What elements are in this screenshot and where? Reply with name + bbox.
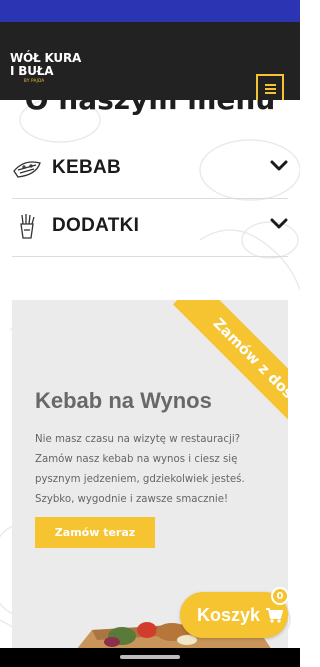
logo[interactable]: WÓŁ KURA I BUŁA BY PAJDA	[10, 52, 81, 86]
page-content: O naszym menu KEBAB	[0, 100, 300, 667]
cart-label: Koszyk	[197, 604, 261, 625]
home-indicator[interactable]	[120, 655, 180, 659]
cart-icon	[266, 607, 284, 623]
status-bar	[0, 0, 300, 22]
divider	[12, 198, 288, 199]
divider	[12, 256, 288, 257]
site-header: WÓŁ KURA I BUŁA BY PAJDA	[0, 22, 300, 104]
chevron-down-icon	[270, 218, 288, 229]
kebab-icon	[13, 161, 41, 178]
promo-title: Kebab na Wynos	[35, 388, 212, 413]
chevron-down-icon	[270, 160, 288, 171]
accordion-label: KEBAB	[52, 157, 122, 178]
accordion-kebab[interactable]: KEBAB	[12, 142, 288, 194]
logo-tagline: BY PAJDA	[24, 78, 45, 83]
hamburger-icon	[264, 82, 276, 96]
accordion-dodatki[interactable]: DODATKI	[12, 200, 288, 252]
order-now-button[interactable]: Zamów teraz	[35, 517, 155, 548]
ribbon-label: Zamów z dostawą	[209, 315, 288, 431]
logo-line2: I BUŁA	[10, 64, 54, 78]
promo-description: Nie masz czasu na wizytę w restauracji? …	[35, 434, 245, 505]
cart-button[interactable]: Koszyk 0	[180, 587, 289, 638]
accordion-label: DODATKI	[52, 215, 140, 236]
cart-count-badge: 0	[271, 587, 289, 605]
section-title: O naszym menu	[0, 100, 300, 116]
system-nav-bar	[0, 648, 300, 667]
fries-icon	[20, 214, 35, 239]
